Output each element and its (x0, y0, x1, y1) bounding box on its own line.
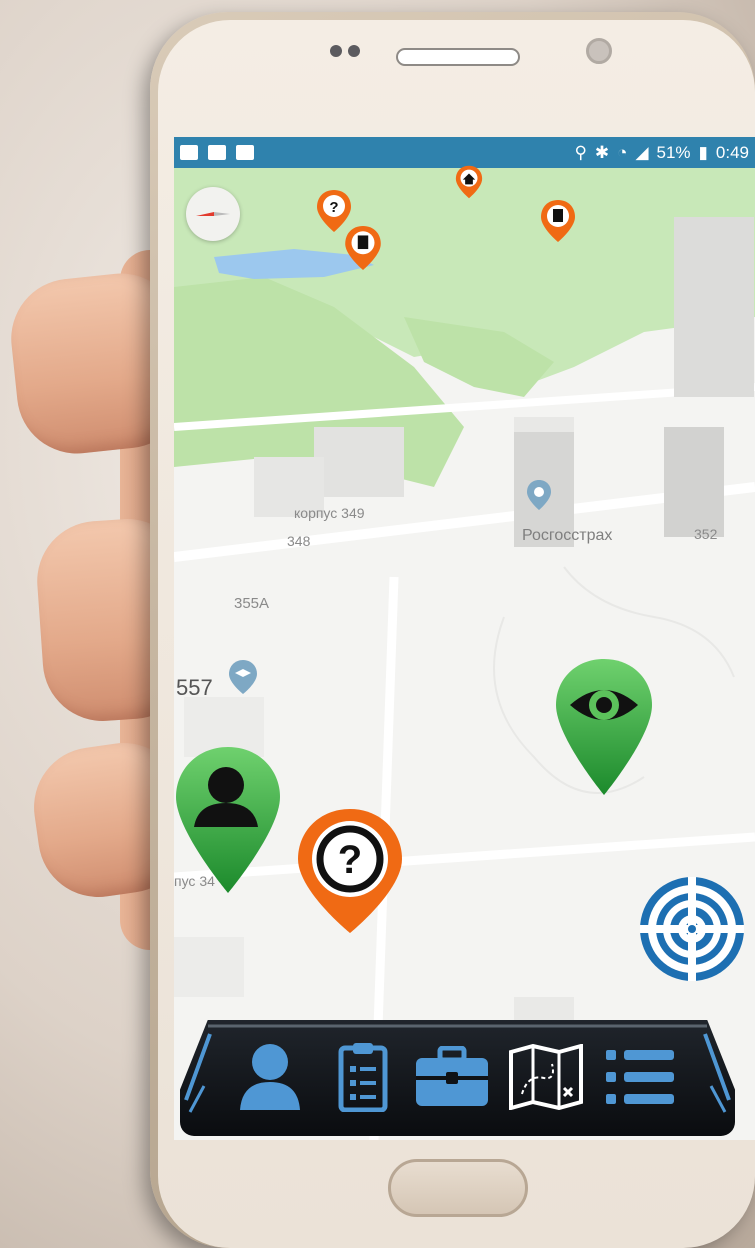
play-notification-icon (208, 145, 226, 160)
wifi-icon: ◔ (617, 142, 628, 162)
image-notification-icon (180, 145, 198, 160)
battery-icon: ▮ (698, 142, 708, 162)
nav-briefcase-icon[interactable] (414, 1046, 490, 1108)
map-label-348: 348 (287, 533, 311, 549)
education-poi-icon[interactable] (228, 659, 258, 695)
front-camera (586, 38, 612, 64)
svg-text:?: ? (338, 838, 362, 882)
nav-user-icon[interactable] (238, 1040, 302, 1112)
user-marker[interactable] (174, 745, 282, 895)
battery-percent: 51% (656, 142, 691, 162)
bluetooth-icon: ✱ (594, 142, 610, 162)
notification-icons (180, 145, 254, 160)
map-label-557: 557 (176, 675, 213, 700)
map-label-korpus-349: корпус 349 (294, 505, 365, 521)
sensor-dots (330, 44, 374, 60)
nav-map-icon[interactable] (508, 1044, 584, 1110)
phone-home-button[interactable] (388, 1159, 528, 1217)
svg-text:?: ? (329, 199, 338, 216)
map-label-355a: 355А (234, 595, 270, 612)
map-canvas[interactable] (174, 137, 755, 1140)
small-home-marker[interactable] (452, 165, 486, 199)
nav-clipboard-icon[interactable] (338, 1040, 388, 1112)
location-icon: ⚲ (574, 142, 587, 162)
earpiece (396, 48, 520, 66)
status-bar: ⚲ ✱ ◔ ◢ 51% ▮ 0:49 (174, 137, 755, 168)
small-document-marker[interactable] (344, 225, 382, 271)
signal-icon: ◢ (635, 142, 649, 162)
map-label-rosgosstrakh[interactable]: Росгосстрах (522, 527, 612, 545)
compass-needle-icon (196, 212, 230, 216)
screen: ⚲ ✱ ◔ ◢ 51% ▮ 0:49 корпус 349 348 355А 3… (174, 137, 755, 1140)
small-document-marker-2[interactable] (540, 199, 576, 243)
eye-marker[interactable] (554, 657, 654, 797)
app-notification-icon (236, 145, 254, 160)
rosgosstrakh-poi-icon[interactable] (526, 479, 552, 511)
clock: 0:49 (715, 142, 749, 162)
map-label-352: 352 (694, 526, 718, 542)
target-locate-button[interactable] (638, 875, 746, 983)
compass-button[interactable] (186, 187, 240, 241)
question-marker[interactable]: ? (296, 807, 404, 935)
nav-list-icon[interactable] (604, 1046, 676, 1108)
